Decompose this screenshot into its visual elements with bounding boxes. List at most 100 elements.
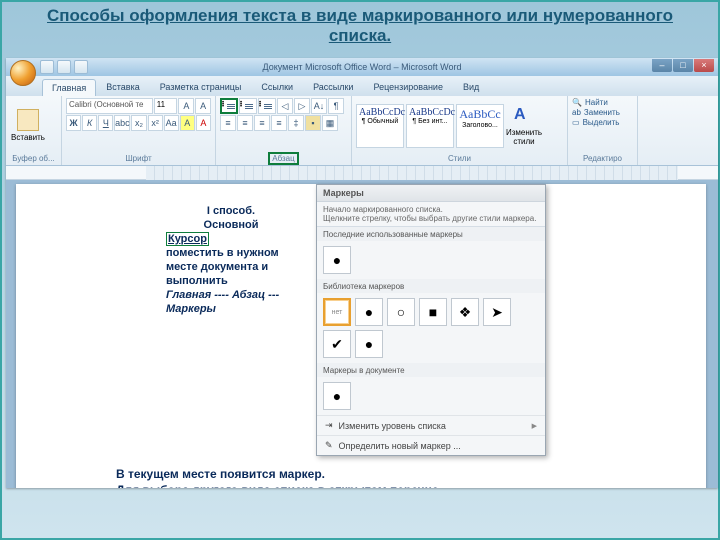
italic-button[interactable]: К (82, 115, 97, 131)
align-right-button[interactable]: ≡ (254, 115, 270, 131)
align-center-button[interactable]: ≡ (237, 115, 253, 131)
group-clipboard-label: Буфер об... (10, 153, 57, 163)
change-styles-icon: A (514, 106, 534, 126)
cursor-highlight: Курсор (166, 232, 209, 246)
tab-review[interactable]: Рецензирование (363, 78, 453, 96)
minimize-button[interactable]: – (652, 59, 672, 72)
bullet-lib-1[interactable]: ● (355, 298, 383, 326)
numbering-button[interactable] (239, 98, 257, 114)
shrink-font-button[interactable]: A (195, 98, 211, 114)
multilevel-button[interactable] (258, 98, 276, 114)
shading-button[interactable]: ▪ (305, 115, 321, 131)
bullet-indoc-0[interactable]: ● (323, 382, 351, 410)
borders-button[interactable]: ▦ (322, 115, 338, 131)
increase-indent-button[interactable]: ▷ (294, 98, 310, 114)
decrease-indent-button[interactable]: ◁ (277, 98, 293, 114)
slide: Способы оформления текста в виде маркиро… (0, 0, 720, 540)
indoc-bullets-grid: ● (317, 377, 545, 415)
style-no-spacing[interactable]: AaBbCcDc¶ Без инт... (406, 104, 454, 148)
slide-title: Способы оформления текста в виде маркиро… (2, 2, 718, 52)
qat-redo-icon[interactable] (74, 60, 88, 74)
quick-access-toolbar (40, 60, 88, 74)
style-normal[interactable]: AaBbCcDc¶ Обычный (356, 104, 404, 148)
bullets-dropdown: Маркеры Начало маркированного списка. Ще… (316, 184, 546, 456)
group-font: Calibri (Основной те 11 A A Ж К Ч abc x₂… (62, 96, 216, 165)
font-size-combo[interactable]: 11 (154, 98, 178, 114)
superscript-button[interactable]: x² (148, 115, 163, 131)
tab-insert[interactable]: Вставка (96, 78, 149, 96)
change-list-level[interactable]: ⇥ Изменить уровень списка ▶ (317, 415, 545, 435)
window-title: Документ Microsoft Office Word – Microso… (263, 62, 462, 72)
window-controls: – □ × (651, 59, 714, 72)
ribbon-tabs: Главная Вставка Разметка страницы Ссылки… (6, 76, 718, 96)
group-editing: 🔍Найти abЗаменить ▭Выделить Редактиро (568, 96, 638, 165)
justify-button[interactable]: ≡ (271, 115, 287, 131)
bullet-lib-6[interactable]: ✔ (323, 330, 351, 358)
find-button[interactable]: 🔍Найти (572, 98, 608, 107)
strike-button[interactable]: abc (114, 115, 130, 131)
replace-icon: ab (572, 108, 581, 117)
bullet-lib-7[interactable]: ● (355, 330, 383, 358)
paste-icon (17, 109, 39, 131)
office-button[interactable] (10, 60, 36, 86)
define-icon: ✎ (325, 440, 333, 451)
bullet-lib-5[interactable]: ➤ (483, 298, 511, 326)
indent-icon: ⇥ (325, 420, 333, 431)
define-new-bullet[interactable]: ✎ Определить новый маркер ... (317, 435, 545, 455)
bullet-recent-0[interactable]: ● (323, 246, 351, 274)
align-left-button[interactable]: ≡ (220, 115, 236, 131)
section-library: Библиотека маркеров (317, 279, 545, 293)
dropdown-description: Начало маркированного списка. Щелкните с… (317, 202, 545, 227)
qat-save-icon[interactable] (40, 60, 54, 74)
maximize-button[interactable]: □ (673, 59, 693, 72)
find-icon: 🔍 (572, 98, 582, 107)
bottom-text: В текущем месте появится маркер. Для выб… (116, 466, 636, 488)
tab-view[interactable]: Вид (453, 78, 489, 96)
group-font-label: Шрифт (66, 153, 211, 163)
sort-button[interactable]: A↓ (311, 98, 327, 114)
method-text: I способ. Основной Курсор поместить в ну… (166, 204, 296, 316)
underline-button[interactable]: Ч (98, 115, 113, 131)
group-styles: AaBbCcDc¶ Обычный AaBbCcDc¶ Без инт... A… (352, 96, 568, 165)
bullet-lib-3[interactable]: ■ (419, 298, 447, 326)
library-bullets-grid: нет ● ○ ■ ❖ ➤ ✔ ● (317, 293, 545, 363)
bullet-lib-2[interactable]: ○ (387, 298, 415, 326)
tab-mailings[interactable]: Рассылки (303, 78, 363, 96)
qat-undo-icon[interactable] (57, 60, 71, 74)
chevron-right-icon: ▶ (532, 422, 537, 430)
ruler[interactable] (6, 166, 718, 180)
line-spacing-button[interactable]: ‡ (288, 115, 304, 131)
group-styles-label: Стили (356, 153, 563, 163)
tab-layout[interactable]: Разметка страницы (150, 78, 252, 96)
subscript-button[interactable]: x₂ (131, 115, 146, 131)
document-area: I способ. Основной Курсор поместить в ну… (6, 180, 718, 488)
paste-button[interactable]: Вставить (10, 102, 46, 150)
section-recent: Последние использованные маркеры (317, 227, 545, 241)
section-indoc: Маркеры в документе (317, 363, 545, 377)
replace-button[interactable]: abЗаменить (572, 108, 620, 117)
select-icon: ▭ (572, 118, 580, 127)
change-styles-button[interactable]: A Изменить стили (506, 102, 542, 150)
word-window: Документ Microsoft Office Word – Microso… (6, 58, 718, 488)
ribbon: Вставить Буфер об... Calibri (Основной т… (6, 96, 718, 166)
grow-font-button[interactable]: A (178, 98, 194, 114)
font-name-combo[interactable]: Calibri (Основной те (66, 98, 153, 114)
close-button[interactable]: × (694, 59, 714, 72)
group-paragraph: ◁ ▷ A↓ ¶ ≡ ≡ ≡ ≡ ‡ ▪ ▦ Абзац (216, 96, 352, 165)
page: I способ. Основной Курсор поместить в ну… (16, 184, 706, 488)
select-button[interactable]: ▭Выделить (572, 118, 619, 127)
tab-references[interactable]: Ссылки (251, 78, 303, 96)
show-marks-button[interactable]: ¶ (328, 98, 344, 114)
titlebar: Документ Microsoft Office Word – Microso… (6, 58, 718, 76)
bullet-lib-none[interactable]: нет (323, 298, 351, 326)
bullet-lib-4[interactable]: ❖ (451, 298, 479, 326)
font-color-button[interactable]: A (196, 115, 211, 131)
group-paragraph-label: Абзац (220, 153, 347, 163)
highlight-button[interactable]: A (180, 115, 195, 131)
bold-button[interactable]: Ж (66, 115, 81, 131)
tab-home[interactable]: Главная (42, 79, 96, 96)
dropdown-title: Маркеры (317, 185, 545, 202)
style-heading1[interactable]: AaBbCcЗаголово... (456, 104, 504, 148)
text-effects-button[interactable]: Aa (164, 115, 179, 131)
bullets-button[interactable] (220, 98, 238, 114)
